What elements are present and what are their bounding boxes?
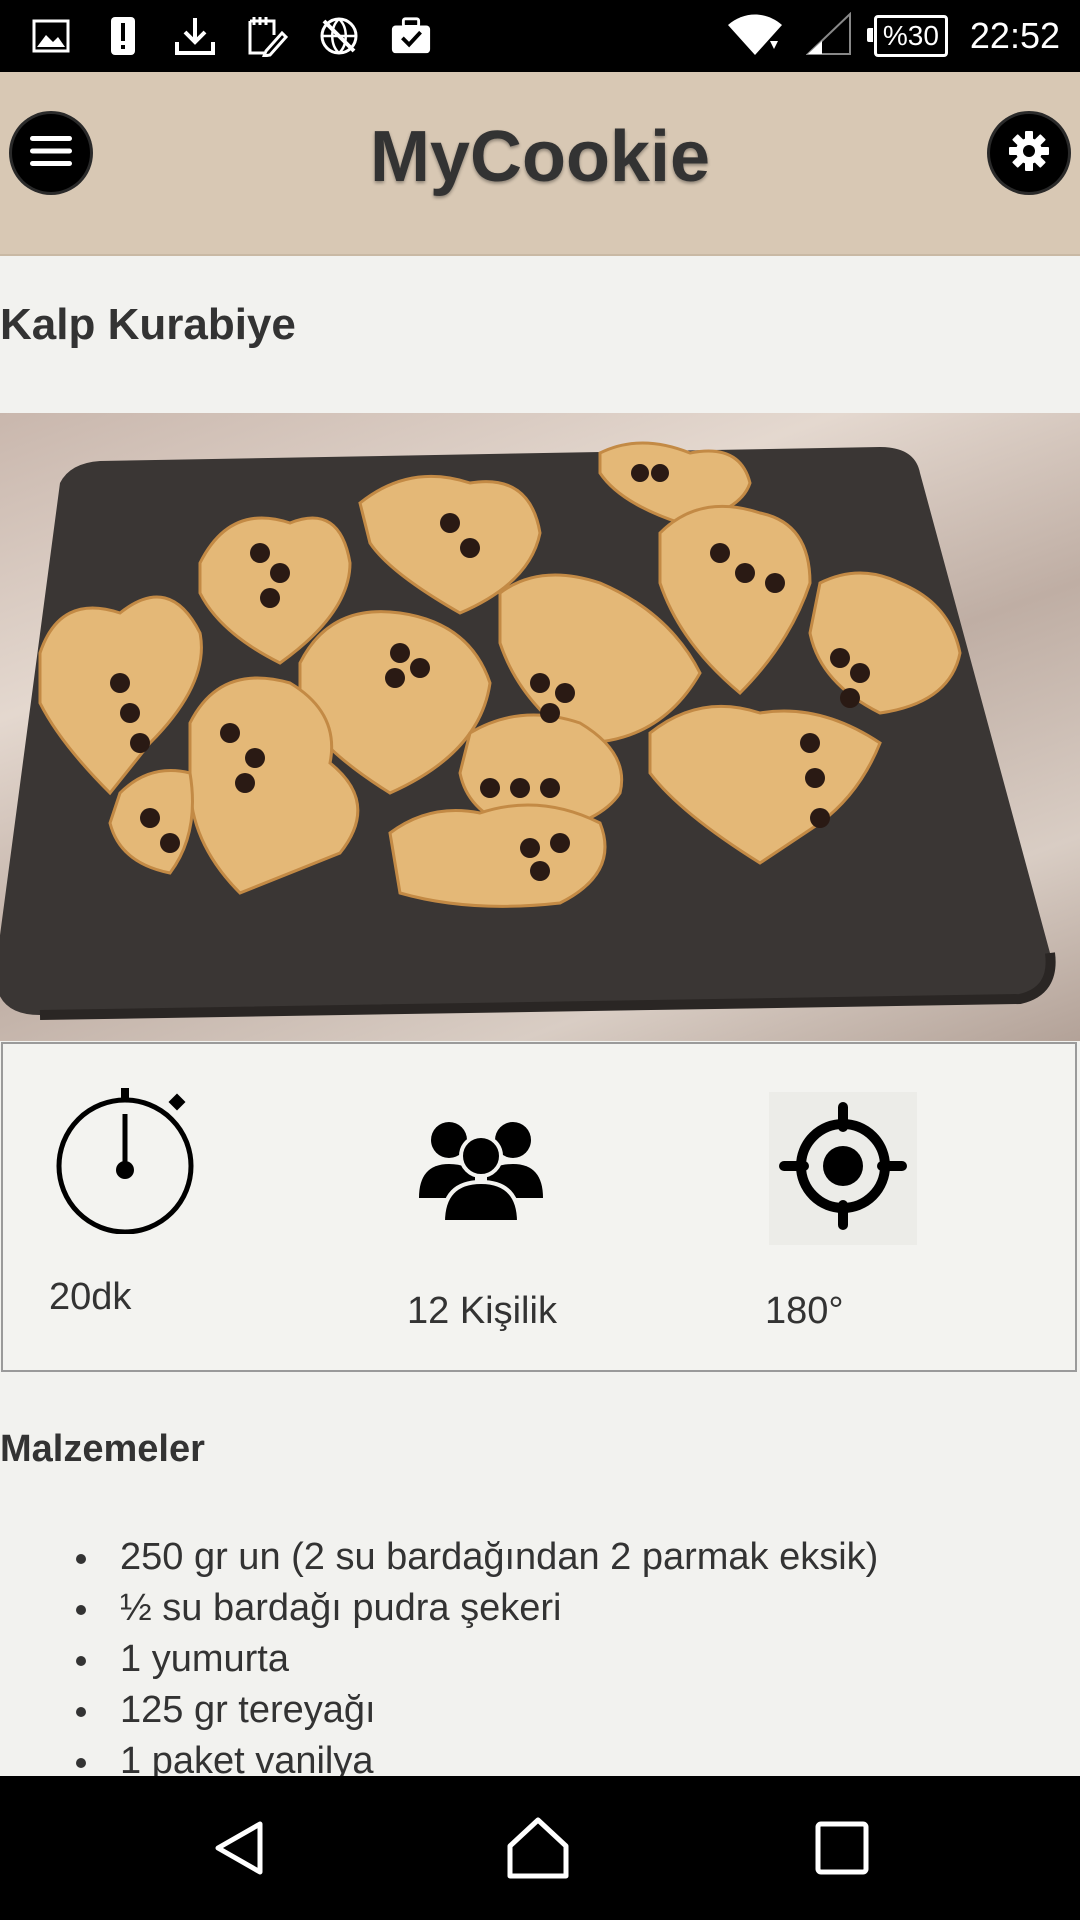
back-button[interactable]	[208, 1818, 272, 1882]
battery-icon: %30	[866, 15, 948, 57]
status-bar: %30 22:52	[0, 0, 1080, 72]
note-edit-icon	[246, 15, 288, 57]
clock: 22:52	[969, 15, 1060, 56]
recipe-info-box: 20dk 12 Kişilik 180°	[1, 1042, 1077, 1372]
list-item: 1 yumurta	[72, 1634, 878, 1685]
alert-icon	[102, 15, 144, 57]
image-icon	[30, 15, 72, 57]
battery-level: %30	[882, 20, 939, 51]
list-item: 250 gr un (2 su bardağından 2 parmak eks…	[72, 1532, 878, 1583]
wifi-icon	[726, 11, 784, 62]
target-temperature-icon	[769, 1092, 917, 1245]
app-header: MyCookie	[0, 72, 1080, 256]
back-icon	[210, 1818, 270, 1883]
ingredients-title: Malzemeler	[0, 1428, 205, 1470]
settings-button[interactable]	[990, 114, 1068, 192]
navigation-bar	[0, 1776, 1080, 1920]
recents-icon	[814, 1820, 870, 1881]
list-item: 125 gr tereyağı	[72, 1685, 878, 1736]
ingredients-list: 250 gr un (2 su bardağından 2 parmak eks…	[72, 1532, 878, 1787]
app-title: MyCookie	[369, 117, 711, 197]
recipe-photo	[0, 413, 1080, 1041]
temperature: 180°	[765, 1290, 844, 1332]
recents-button[interactable]	[810, 1818, 874, 1882]
no-network-icon	[318, 15, 360, 57]
people-icon	[419, 1112, 543, 1227]
stopwatch-icon	[55, 1084, 195, 1239]
recipe-title: Kalp Kurabiye	[0, 300, 296, 349]
home-icon	[506, 1816, 570, 1885]
signal-icon	[805, 11, 852, 61]
gear-icon	[1007, 129, 1051, 178]
download-icon	[174, 15, 216, 57]
list-item: ½ su bardağı pudra şekeri	[72, 1583, 878, 1634]
servings: 12 Kişilik	[407, 1290, 557, 1332]
home-button[interactable]	[506, 1816, 570, 1885]
prep-time: 20dk	[49, 1276, 132, 1318]
briefcase-check-icon	[390, 15, 432, 57]
